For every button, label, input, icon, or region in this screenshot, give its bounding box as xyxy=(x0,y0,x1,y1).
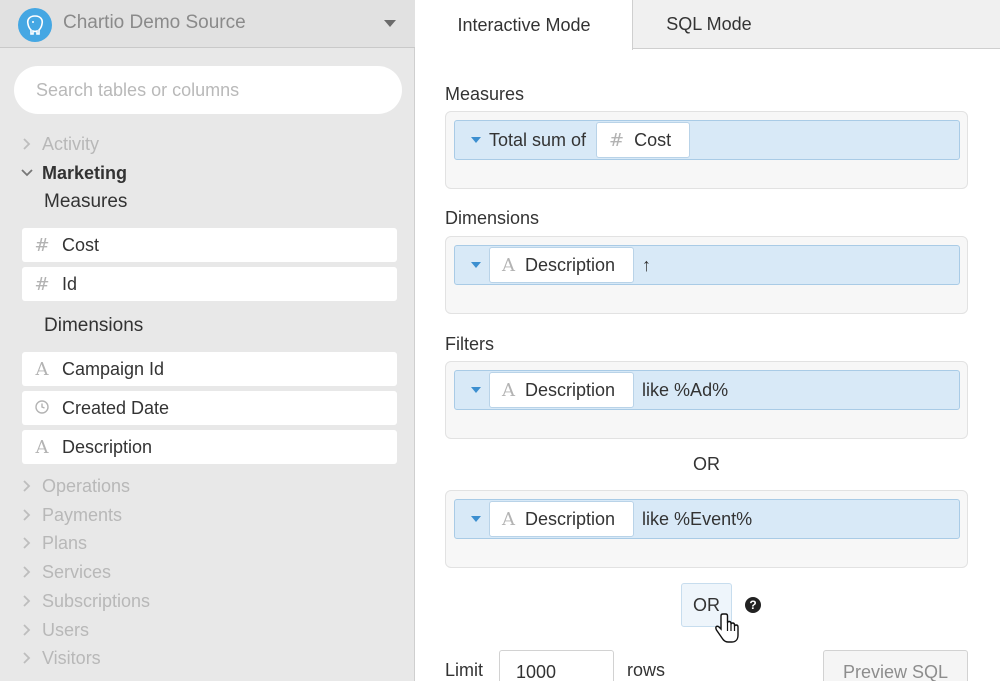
number-icon: # xyxy=(34,273,50,295)
field-id[interactable]: # Id xyxy=(22,267,397,301)
field-campaign-id[interactable]: A Campaign Id xyxy=(22,352,397,386)
tab-sql-mode[interactable]: SQL Mode xyxy=(634,0,784,49)
field-label: Created Date xyxy=(62,397,170,418)
chevron-right-icon xyxy=(23,138,31,150)
tree-item-payments[interactable]: Payments xyxy=(20,503,122,527)
chip-label: Description xyxy=(525,254,616,275)
field-description[interactable]: A Description xyxy=(22,430,397,464)
number-icon: # xyxy=(34,234,50,256)
schema-sidebar: Chartio Demo Source Activity Marketing M… xyxy=(0,0,415,681)
chevron-right-icon xyxy=(23,537,31,549)
text-type-icon: A xyxy=(35,358,49,380)
filter-pill[interactable]: A Description like %Event% xyxy=(454,499,960,539)
tree-item-services[interactable]: Services xyxy=(20,560,111,584)
text-type-icon: A xyxy=(35,436,49,458)
tab-interactive-mode[interactable]: Interactive Mode xyxy=(416,0,633,50)
field-label: Cost xyxy=(62,234,100,255)
text-type-icon: A xyxy=(502,254,515,276)
datasource-selector[interactable]: Chartio Demo Source xyxy=(0,0,415,48)
dimensions-heading: Dimensions xyxy=(445,208,540,228)
filter-condition[interactable]: like %Ad% xyxy=(642,380,728,401)
tree-item-subscriptions[interactable]: Subscriptions xyxy=(20,589,150,613)
caret-down-icon[interactable] xyxy=(471,516,481,522)
measure-field-chip[interactable]: # Cost xyxy=(596,122,691,158)
filter-group-1[interactable]: A Description like %Ad% xyxy=(445,361,968,439)
help-icon[interactable]: ? xyxy=(745,597,761,613)
tree-item-label: Users xyxy=(42,619,90,640)
chip-label: Cost xyxy=(634,129,672,150)
filter-pill[interactable]: A Description like %Ad% xyxy=(454,370,960,410)
field-created-date[interactable]: Created Date xyxy=(22,391,397,425)
rows-label: rows xyxy=(627,660,666,680)
filter-field-chip[interactable]: A Description xyxy=(489,372,635,408)
caret-down-icon[interactable] xyxy=(471,387,481,393)
tree-item-label: Subscriptions xyxy=(42,590,151,611)
tree-item-visitors[interactable]: Visitors xyxy=(20,646,101,670)
filter-field-chip[interactable]: A Description xyxy=(489,501,635,537)
chip-label: Description xyxy=(525,508,616,529)
measures-label: Measures xyxy=(44,191,128,212)
tree-item-label: Activity xyxy=(42,133,100,154)
chevron-down-icon[interactable] xyxy=(384,20,396,27)
measures-heading: Measures xyxy=(445,84,525,104)
caret-down-icon[interactable] xyxy=(471,137,481,143)
dimensions-dropzone[interactable]: A Description ↑ xyxy=(445,236,968,314)
mode-tabs: Interactive Mode SQL Mode xyxy=(416,0,1000,50)
tree-item-label: Payments xyxy=(42,504,123,525)
tree-item-label: Visitors xyxy=(42,647,101,668)
clock-icon xyxy=(22,398,62,419)
dimension-pill[interactable]: A Description ↑ xyxy=(454,245,960,285)
dimensions-label: Dimensions xyxy=(44,315,144,336)
sort-ascending-icon[interactable]: ↑ xyxy=(642,255,651,276)
field-label: Id xyxy=(62,273,78,294)
limit-label: Limit xyxy=(445,660,484,680)
tree-item-label: Services xyxy=(42,561,112,582)
aggregation-label: Total sum of xyxy=(489,129,587,150)
tree-item-activity[interactable]: Activity xyxy=(20,132,99,156)
field-cost[interactable]: # Cost xyxy=(22,228,397,262)
number-icon: # xyxy=(609,129,625,151)
chevron-right-icon xyxy=(23,624,31,636)
filter-group-2[interactable]: A Description like %Event% xyxy=(445,490,968,568)
tree-item-users[interactable]: Users xyxy=(20,618,89,642)
chevron-right-icon xyxy=(23,595,31,607)
tree-item-plans[interactable]: Plans xyxy=(20,531,87,555)
chevron-right-icon xyxy=(23,509,31,521)
field-label: Campaign Id xyxy=(62,358,165,379)
tree-item-marketing[interactable]: Marketing xyxy=(20,161,127,185)
datasource-name: Chartio Demo Source xyxy=(63,12,246,33)
filters-heading: Filters xyxy=(445,334,494,354)
measure-pill[interactable]: Total sum of # Cost xyxy=(454,120,960,160)
limit-input[interactable] xyxy=(499,650,614,681)
preview-sql-button[interactable]: Preview SQL xyxy=(823,650,968,681)
chevron-right-icon xyxy=(23,480,31,492)
chevron-right-icon xyxy=(23,652,31,664)
chip-label: Description xyxy=(525,379,616,400)
elephant-icon xyxy=(18,8,52,42)
search-input[interactable] xyxy=(14,66,402,114)
chevron-down-icon xyxy=(21,169,33,177)
tree-item-label: Plans xyxy=(42,532,88,553)
field-label: Description xyxy=(62,436,153,457)
text-type-icon: A xyxy=(502,379,515,401)
tree-item-operations[interactable]: Operations xyxy=(20,474,130,498)
caret-down-icon[interactable] xyxy=(471,262,481,268)
filter-condition[interactable]: like %Event% xyxy=(642,509,752,530)
chevron-right-icon xyxy=(23,566,31,578)
dimension-field-chip[interactable]: A Description xyxy=(489,247,635,283)
tree-item-label: Operations xyxy=(42,475,131,496)
text-type-icon: A xyxy=(502,508,515,530)
tree-item-label: Marketing xyxy=(42,162,128,183)
hand-cursor-icon xyxy=(715,613,739,643)
measures-dropzone[interactable]: Total sum of # Cost xyxy=(445,111,968,189)
or-separator: OR xyxy=(693,454,720,474)
